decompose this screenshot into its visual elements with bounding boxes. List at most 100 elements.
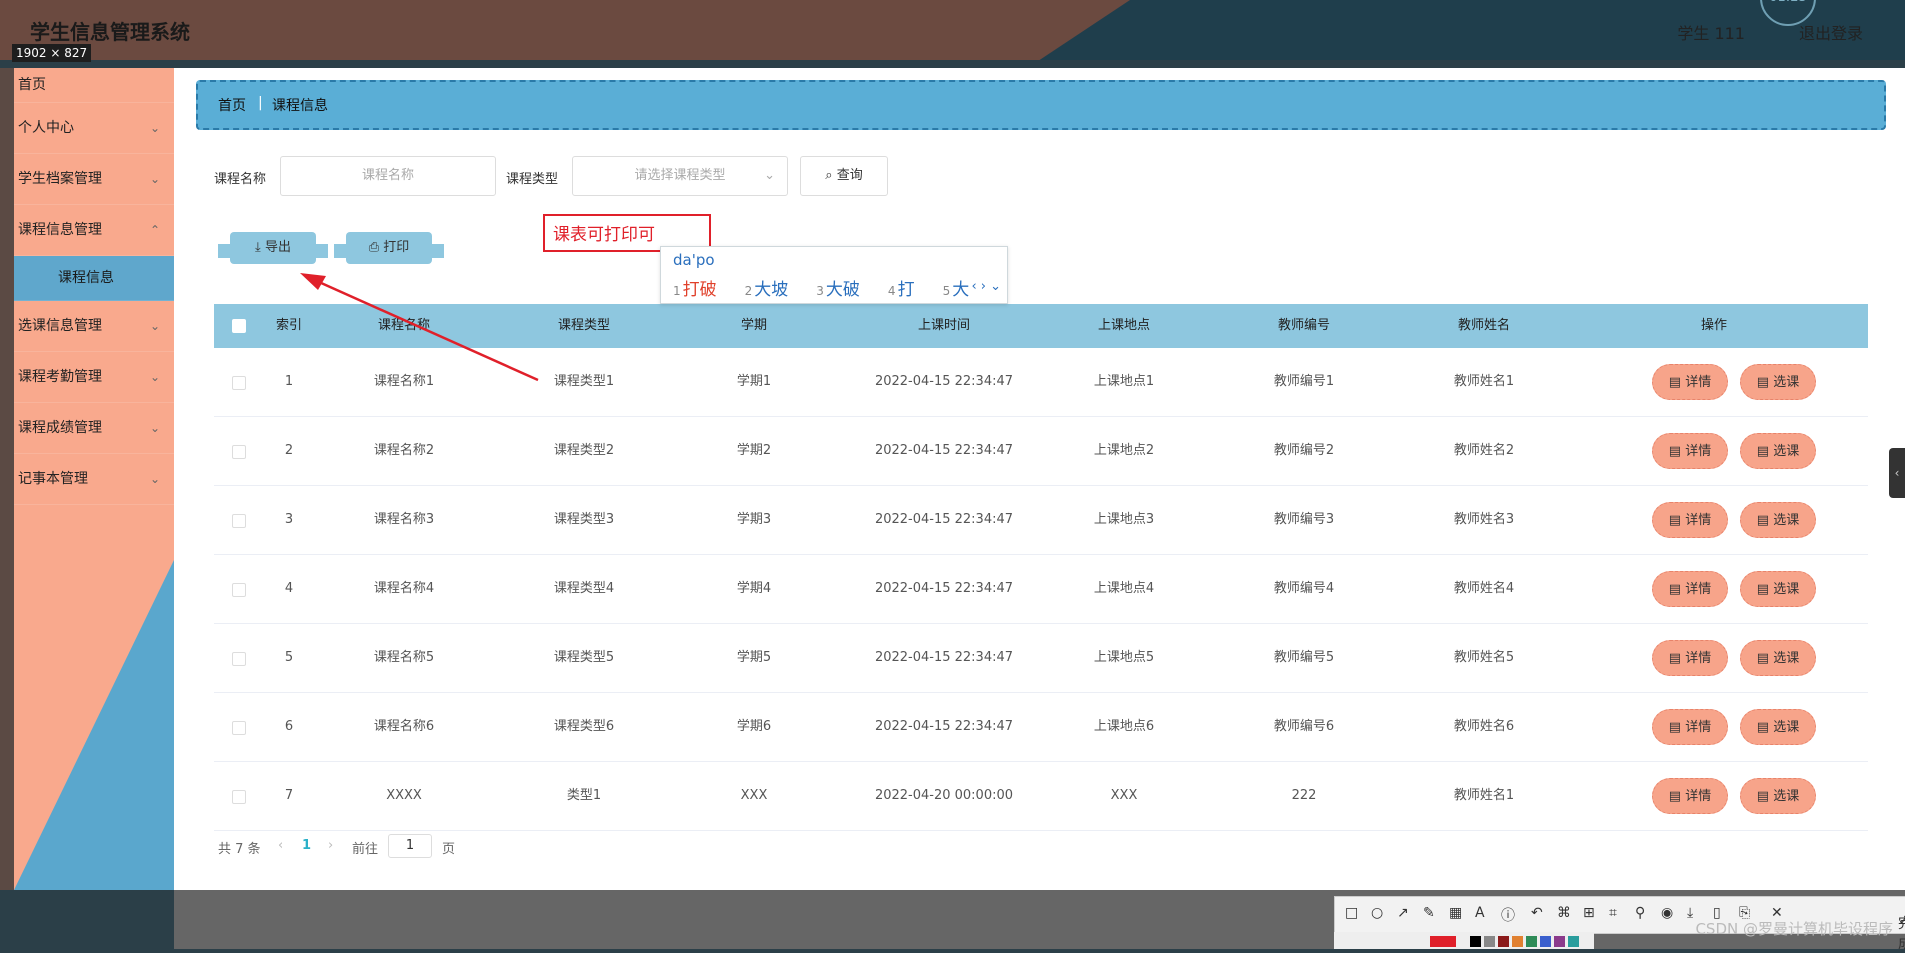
detail-button[interactable]: ▤ 详情	[1652, 502, 1728, 538]
th-class-time: 上课时间	[917, 318, 970, 333]
ime-composition: da'po	[673, 251, 715, 269]
color-swatch-green[interactable]	[1526, 936, 1537, 947]
sidebar-subitem-course-info[interactable]: 课程信息	[14, 256, 174, 301]
enroll-label: 选课	[1773, 513, 1800, 528]
sidebar-item-label: 课程信息	[58, 270, 114, 286]
export-button[interactable]: ⤓ 导出	[218, 232, 328, 264]
td-semester: 学期1	[736, 374, 772, 389]
row-checkbox[interactable]	[232, 583, 246, 597]
pin-icon[interactable]: ⚲	[1635, 905, 1645, 921]
row-checkbox[interactable]	[232, 445, 246, 459]
enroll-label: 选课	[1773, 789, 1800, 804]
ime-page-arrows-icon[interactable]: ‹ › ⌄	[971, 279, 1001, 294]
side-collapse-handle-icon[interactable]: ‹	[1889, 448, 1905, 498]
row-checkbox[interactable]	[232, 790, 246, 804]
enroll-button[interactable]: ▤ 选课	[1740, 433, 1816, 469]
search-icon: ⌕	[825, 168, 833, 183]
td-teacher-id: 222	[1291, 788, 1317, 803]
sidebar-item-student-records[interactable]: 学生档案管理 ⌄	[14, 154, 174, 205]
td-course-name: 课程名称2	[373, 443, 435, 458]
sidebar-item-course-management[interactable]: 课程信息管理 ⌃	[14, 205, 174, 256]
color-swatch-orange[interactable]	[1512, 936, 1523, 947]
logout-link[interactable]: 退出登录	[1799, 20, 1863, 44]
enroll-button[interactable]: ▤ 选课	[1740, 778, 1816, 814]
td-semester: 学期3	[736, 512, 772, 527]
detail-button[interactable]: ▤ 详情	[1652, 709, 1728, 745]
detail-button[interactable]: ▤ 详情	[1652, 778, 1728, 814]
chevron-down-icon: ⌄	[149, 421, 160, 435]
user-name: 学生 111	[1677, 24, 1745, 43]
mosaic-tool-icon[interactable]: ▦	[1449, 905, 1462, 921]
course-name-input[interactable]: 课程名称	[280, 156, 496, 196]
pager-goto-input[interactable]: 1	[388, 834, 432, 858]
detail-button[interactable]: ▤ 详情	[1652, 571, 1728, 607]
ime-candidate[interactable]: 3 大破	[816, 280, 874, 300]
query-button[interactable]: ⌕ 查询	[800, 156, 888, 196]
document-icon: ▤	[1756, 582, 1770, 597]
color-swatch-maroon[interactable]	[1498, 936, 1509, 947]
sidebar-item-notebook[interactable]: 记事本管理 ⌄	[14, 454, 174, 505]
pager-current-page[interactable]: 1	[302, 838, 311, 853]
ellipse-tool-icon[interactable]: ○	[1371, 905, 1383, 921]
scan-tool-icon[interactable]: ⌗	[1609, 905, 1617, 921]
detail-button[interactable]: ▤ 详情	[1652, 364, 1728, 400]
rectangle-tool-icon[interactable]: □	[1345, 905, 1358, 921]
sidebar-item-enrollment[interactable]: 选课信息管理 ⌄	[14, 301, 174, 352]
color-swatch-red[interactable]	[1430, 936, 1456, 947]
sidebar-item-grades[interactable]: 课程成绩管理 ⌄	[14, 403, 174, 454]
row-checkbox[interactable]	[232, 514, 246, 528]
td-index: 6	[284, 719, 294, 734]
row-checkbox[interactable]	[232, 721, 246, 735]
enroll-button[interactable]: ▤ 选课	[1740, 502, 1816, 538]
color-swatch-purple[interactable]	[1554, 936, 1565, 947]
number-tool-icon[interactable]: ⓘ	[1501, 905, 1515, 925]
detail-button[interactable]: ▤ 详情	[1652, 433, 1728, 469]
td-teacher-id: 教师编号6	[1273, 719, 1335, 734]
ime-candidate-number: 1	[673, 284, 681, 298]
chevron-down-icon: ⌄	[149, 172, 160, 186]
ime-candidate-number: 5	[942, 284, 951, 298]
td-class-time: 2022-04-15 22:34:47	[874, 581, 1014, 596]
td-course-name: 课程名称3	[373, 512, 435, 527]
sidebar-item-home[interactable]: 首页	[14, 68, 174, 103]
ime-candidate[interactable]: 1 打破	[673, 280, 731, 300]
sidebar-item-attendance[interactable]: 课程考勤管理 ⌄	[14, 352, 174, 403]
color-swatch-gray[interactable]	[1484, 936, 1495, 947]
course-name-label: 课程名称	[214, 172, 267, 187]
enroll-button[interactable]: ▤ 选课	[1740, 709, 1816, 745]
enroll-button[interactable]: ▤ 选课	[1740, 364, 1816, 400]
color-swatch-black[interactable]	[1470, 936, 1481, 947]
ime-candidate[interactable]: 4打	[888, 280, 929, 300]
breadcrumb-home[interactable]: 首页	[218, 95, 246, 115]
save-icon[interactable]: ⤓	[1687, 905, 1693, 921]
detail-label: 详情	[1685, 720, 1712, 735]
td-teacher-id: 教师编号2	[1273, 443, 1335, 458]
row-checkbox[interactable]	[232, 376, 246, 390]
document-icon: ▤	[1668, 651, 1682, 666]
ocr-tool-icon[interactable]: ⌘	[1557, 905, 1571, 921]
row-checkbox[interactable]	[232, 652, 246, 666]
td-class-time: 2022-04-15 22:34:47	[874, 512, 1014, 527]
enroll-button[interactable]: ▤ 选课	[1740, 571, 1816, 607]
ime-candidate-number: 4	[887, 284, 896, 298]
sidebar-item-personal[interactable]: 个人中心 ⌄	[14, 103, 174, 154]
ime-candidate[interactable]: 2 大坡	[745, 280, 803, 300]
pen-tool-icon[interactable]: ✎	[1423, 905, 1435, 921]
detail-button[interactable]: ▤ 详情	[1652, 640, 1728, 676]
color-swatch-blue[interactable]	[1540, 936, 1551, 947]
print-button[interactable]: ⎙ 打印	[334, 232, 444, 264]
course-type-select[interactable]: 请选择课程类型 ⌄	[572, 156, 788, 196]
translate-tool-icon[interactable]: ⊞	[1583, 905, 1595, 921]
next-page-icon[interactable]: ›	[328, 838, 333, 853]
color-palette	[1334, 932, 1594, 949]
text-tool-icon[interactable]: A	[1475, 905, 1485, 921]
undo-icon[interactable]: ↶	[1531, 905, 1543, 921]
enroll-button[interactable]: ▤ 选课	[1740, 640, 1816, 676]
prev-page-icon[interactable]: ‹	[278, 838, 283, 853]
select-all-checkbox[interactable]	[232, 319, 246, 333]
arrow-tool-icon[interactable]: ↗	[1397, 905, 1409, 921]
record-icon[interactable]: ◉	[1661, 905, 1673, 921]
td-teacher-id: 教师编号1	[1273, 374, 1335, 389]
color-swatch-teal[interactable]	[1568, 936, 1579, 947]
td-course-name: 课程名称5	[373, 650, 435, 665]
